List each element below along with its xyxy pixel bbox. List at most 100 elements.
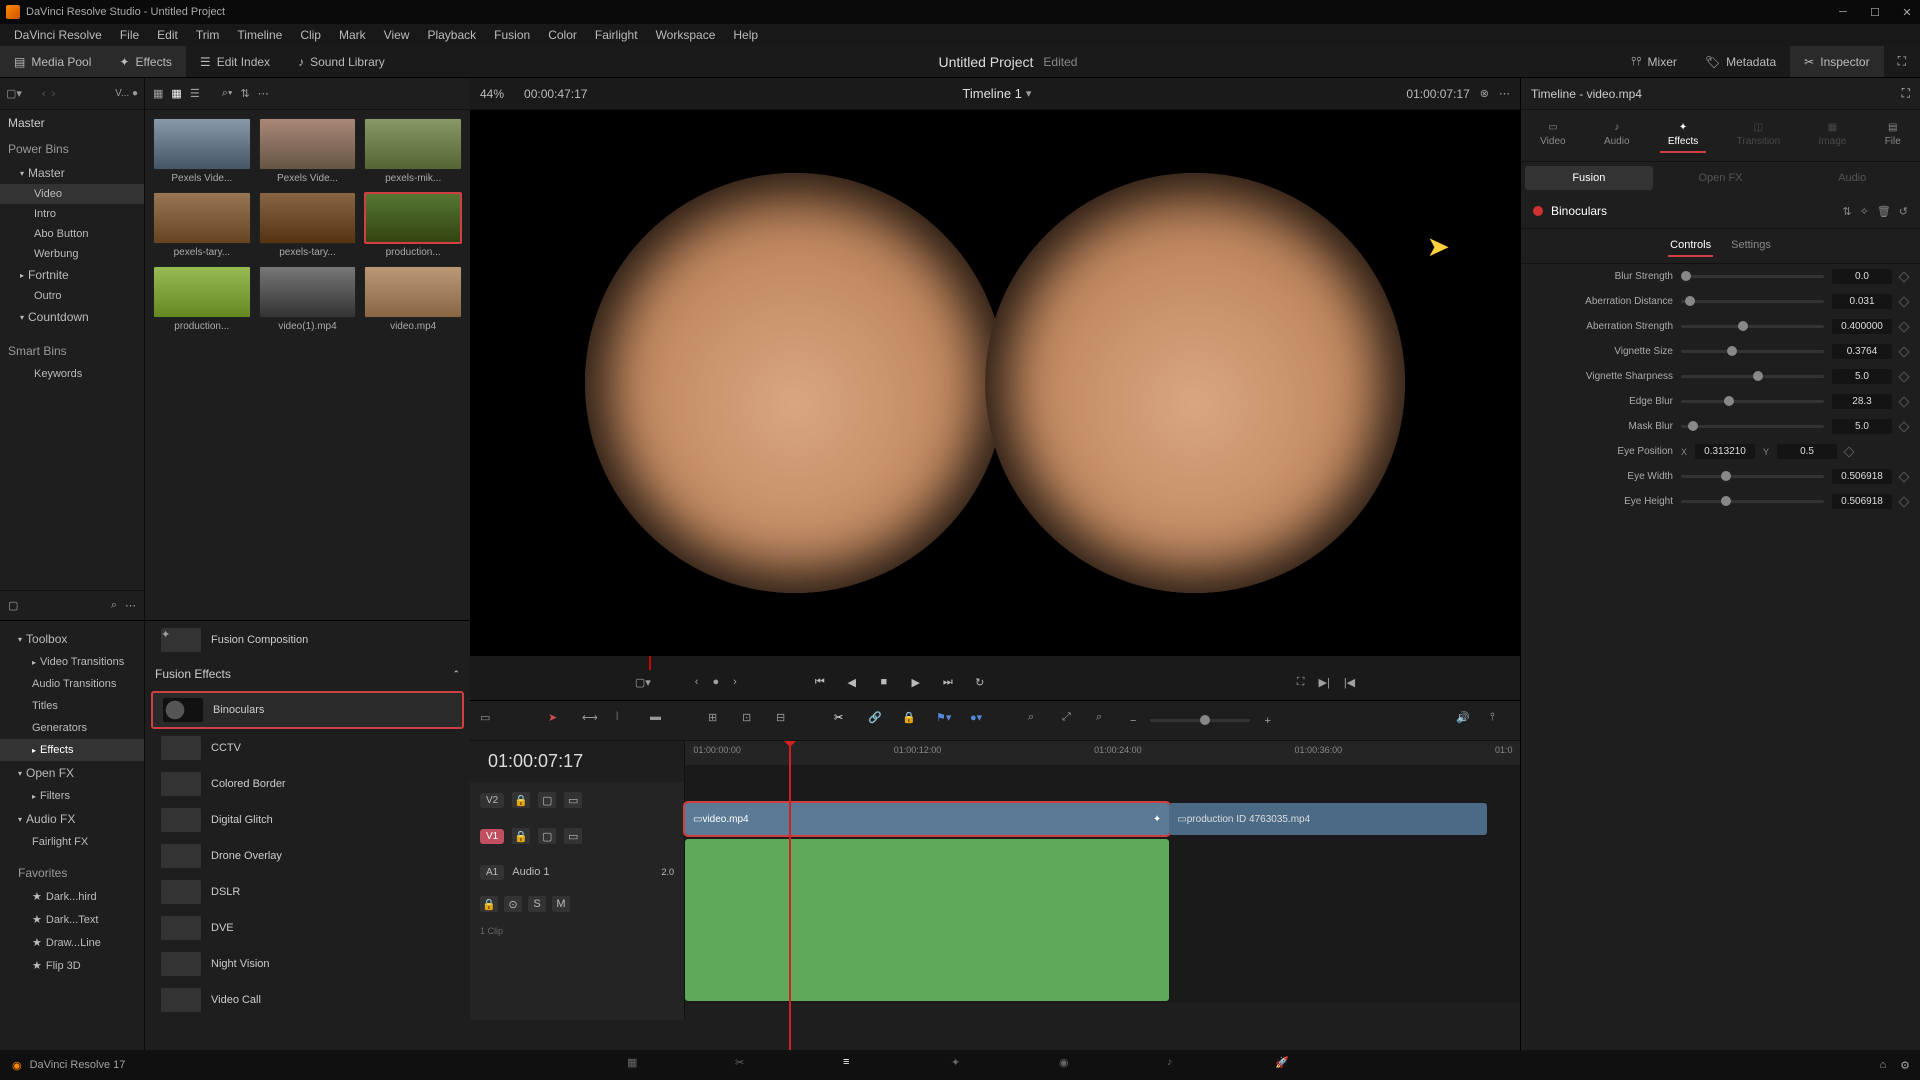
page-fairlight[interactable]: ♪ <box>1167 1056 1185 1074</box>
subtab-openfx[interactable]: Open FX <box>1657 166 1785 190</box>
subtab-fusion[interactable]: Fusion <box>1525 166 1653 190</box>
fx-fairlight[interactable]: Fairlight FX <box>0 831 144 853</box>
next-edit-icon[interactable]: › <box>733 676 737 688</box>
match-frame-icon[interactable]: ⛶ <box>1297 676 1305 689</box>
clip-thumb[interactable]: pexels-mik... <box>364 118 462 184</box>
zoom-out-button[interactable]: − <box>1130 715 1136 727</box>
clip-thumb[interactable]: Pexels Vide... <box>153 118 251 184</box>
timeline-view-icon[interactable]: ▭ <box>480 711 500 731</box>
prev-edit-icon[interactable]: ‹ <box>695 676 699 688</box>
flag-icon[interactable]: ⚑▾ <box>936 711 956 731</box>
param-slider[interactable] <box>1681 325 1824 328</box>
prev-clip-icon[interactable]: |◀ <box>1344 676 1355 689</box>
page-deliver[interactable]: 🚀 <box>1275 1056 1293 1074</box>
effects-toggle[interactable]: ✦Effects <box>105 46 186 77</box>
fx-gen[interactable]: Generators <box>0 717 144 739</box>
param-value[interactable]: 5.0 <box>1832 369 1892 384</box>
track-v1-badge[interactable]: V1 <box>480 829 504 844</box>
view-list-icon[interactable]: ☰ <box>190 87 200 100</box>
fx-digital-glitch[interactable]: Digital Glitch <box>151 803 464 837</box>
edit-index-toggle[interactable]: ☰Edit Index <box>186 46 284 77</box>
keyframe-button[interactable] <box>1898 396 1909 407</box>
nav-back[interactable]: ‹ <box>42 88 46 100</box>
param-slider[interactable] <box>1681 350 1824 353</box>
mixer-toggle[interactable]: ⫯⫯Mixer <box>1617 46 1691 77</box>
keyframe-button[interactable] <box>1898 421 1909 432</box>
menu-fairlight[interactable]: Fairlight <box>587 26 646 44</box>
fx-dslr[interactable]: DSLR <box>151 875 464 909</box>
customize-icon[interactable]: ⫯ <box>1490 711 1510 731</box>
menu-trim[interactable]: Trim <box>188 26 228 44</box>
clip-video-1[interactable]: ▭ video.mp4✦ <box>685 803 1169 835</box>
minimize-button[interactable]: ─ <box>1836 5 1850 19</box>
clip-thumb[interactable]: production... <box>153 266 251 332</box>
fx-dve[interactable]: DVE <box>151 911 464 945</box>
param-slider[interactable] <box>1681 300 1824 303</box>
track-v1-lane[interactable]: ▭ video.mp4✦ ▭ production ID 4763035.mp4 <box>685 801 1520 837</box>
viewer-more-icon[interactable]: ⋯ <box>1499 87 1510 100</box>
fx-preset-icon[interactable]: ⇅ <box>1842 205 1851 218</box>
nav-fwd[interactable]: › <box>52 88 56 100</box>
fav-4[interactable]: ★ Flip 3D <box>0 954 144 977</box>
step-back-button[interactable]: ◀ <box>843 673 861 691</box>
bin-master[interactable]: ▾Master <box>0 162 144 184</box>
clip-thumb[interactable]: pexels-tary... <box>153 192 251 258</box>
fx-colored-border[interactable]: Colored Border <box>151 767 464 801</box>
fx-fusion-comp[interactable]: ✦Fusion Composition <box>151 623 464 657</box>
track-v2-lane[interactable] <box>685 765 1520 801</box>
lock-icon[interactable]: 🔒 <box>480 896 498 912</box>
inspector-toggle[interactable]: ✂Inspector <box>1790 46 1883 77</box>
page-fusion[interactable]: ✦ <box>951 1056 969 1074</box>
fx-audiofx[interactable]: ▾Audio FX <box>0 807 144 831</box>
keyframe-button[interactable] <box>1898 296 1909 307</box>
lock-icon[interactable]: 🔒 <box>512 792 530 808</box>
more-icon[interactable]: ⋯ <box>125 599 136 612</box>
menu-help[interactable]: Help <box>725 26 766 44</box>
fx-vt[interactable]: ▸Video Transitions <box>0 651 144 673</box>
trim-tool[interactable]: ⟷ <box>582 711 602 731</box>
bin-countdown[interactable]: ▾Countdown <box>0 306 144 328</box>
viewer-scrubber[interactable] <box>470 656 1520 664</box>
bin-view-icon[interactable]: ▢▾ <box>6 87 22 100</box>
param-slider[interactable] <box>1681 400 1824 403</box>
param-value[interactable]: 5.0 <box>1832 419 1892 434</box>
disable-icon[interactable]: ▭ <box>564 792 582 808</box>
project-settings-icon[interactable]: ⚙ <box>1900 1059 1910 1072</box>
master-bin[interactable]: Master <box>0 110 144 136</box>
view-metadata-icon[interactable]: ▦ <box>153 87 163 100</box>
bin-abo[interactable]: Abo Button <box>0 224 144 244</box>
bin-filter[interactable]: V... ● <box>115 88 138 99</box>
param-value[interactable]: 0.031 <box>1832 294 1892 309</box>
media-pool-toggle[interactable]: ▤Media Pool <box>0 46 105 77</box>
edit-point-icon[interactable]: ● <box>712 676 719 688</box>
insert-icon[interactable]: ⊞ <box>708 711 728 731</box>
lock-icon[interactable]: 🔒 <box>512 828 530 844</box>
page-cut[interactable]: ✂ <box>735 1056 753 1074</box>
zoom-timeline-icon[interactable]: ⌕ <box>1096 711 1116 731</box>
page-media[interactable]: ▦ <box>627 1056 645 1074</box>
bin-intro[interactable]: Intro <box>0 204 144 224</box>
insp-tab-file[interactable]: ▤File <box>1877 118 1909 153</box>
fx-cctv[interactable]: CCTV <box>151 731 464 765</box>
close-button[interactable]: ✕ <box>1900 5 1914 19</box>
collapse-icon[interactable]: ⌃ <box>452 669 460 680</box>
param-y-value[interactable]: 0.5 <box>1777 444 1837 459</box>
menu-playback[interactable]: Playback <box>419 26 484 44</box>
param-value[interactable]: 0.506918 <box>1832 469 1892 484</box>
play-button[interactable]: ▶ <box>907 673 925 691</box>
clip-thumb[interactable]: production... <box>364 192 462 258</box>
page-color[interactable]: ◉ <box>1059 1056 1077 1074</box>
sound-library-toggle[interactable]: ♪Sound Library <box>284 46 399 77</box>
clip-thumb[interactable]: video.mp4 <box>364 266 462 332</box>
auto-select-icon[interactable]: ▢ <box>538 828 556 844</box>
expand-icon[interactable]: ⛶ <box>1902 86 1910 101</box>
menu-clip[interactable]: Clip <box>292 26 329 44</box>
fav-2[interactable]: ★ Dark...Text <box>0 908 144 931</box>
auto-select-icon[interactable]: ▢ <box>538 792 556 808</box>
timeline-ruler[interactable]: 01:00:00:00 01:00:12:00 01:00:24:00 01:0… <box>685 741 1520 765</box>
zoom-slider[interactable] <box>1150 719 1250 722</box>
fx-reset-icon[interactable]: ↺ <box>1899 205 1908 218</box>
sort-icon[interactable]: ⇅ <box>240 87 249 100</box>
subtab-audio[interactable]: Audio <box>1788 166 1916 190</box>
param-value[interactable]: 0.0 <box>1832 269 1892 284</box>
